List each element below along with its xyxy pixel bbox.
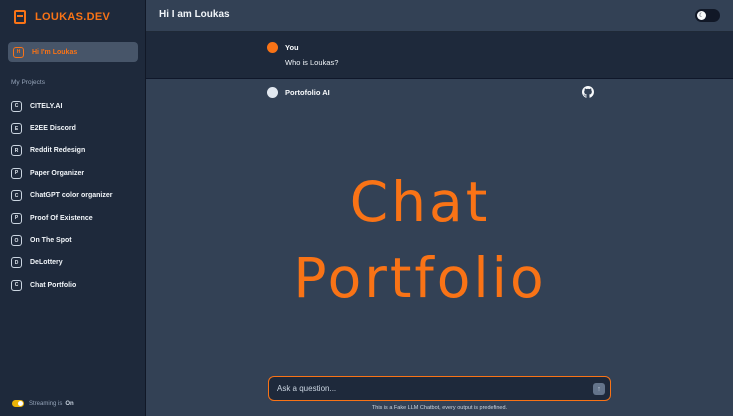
project-initial-badge: O xyxy=(11,235,22,247)
sidebar-item-delottery[interactable]: D DeLottery xyxy=(11,252,141,274)
sidebar-item-label: Chat Portfolio xyxy=(30,281,77,289)
sidebar-item-label: On The Spot xyxy=(30,237,72,245)
sidebar: LOUKAS.DEV H Hi I'm Loukas My Projects C… xyxy=(0,0,146,416)
project-initial-badge: P xyxy=(11,212,22,224)
project-initial-badge: E xyxy=(11,123,22,135)
github-icon[interactable] xyxy=(582,86,594,98)
project-initial-badge: C xyxy=(11,279,22,291)
sidebar-item-label: Reddit Redesign xyxy=(30,147,86,155)
assistant-avatar xyxy=(267,87,278,98)
sidebar-item-label: Hi I'm Loukas xyxy=(32,48,78,56)
assistant-message-header: Portofolio AI xyxy=(146,80,733,108)
disclaimer-text: This is a Fake LLM Chatbot, every output… xyxy=(371,405,508,411)
sidebar-item-proof-of-existence[interactable]: P Proof Of Existence xyxy=(11,207,141,229)
question-input[interactable] xyxy=(277,381,577,396)
project-initial-badge: C xyxy=(11,100,22,112)
brand[interactable]: LOUKAS.DEV xyxy=(14,8,110,26)
sidebar-item-label: Paper Organizer xyxy=(30,169,85,177)
send-button[interactable]: ↑ xyxy=(593,383,605,395)
sidebar-item-on-the-spot[interactable]: O On The Spot xyxy=(11,229,141,251)
user-name: You xyxy=(285,43,299,52)
project-initial-badge: P xyxy=(11,167,22,179)
sidebar-item-hi-im-loukas[interactable]: H Hi I'm Loukas xyxy=(8,42,138,62)
brand-name: LOUKAS.DEV xyxy=(35,11,111,23)
sidebar-item-e2ee-discord[interactable]: E E2EE Discord xyxy=(11,117,141,139)
hero-line-chat: Chat xyxy=(349,170,491,234)
sidebar-item-label: ChatGPT color organizer xyxy=(30,192,113,200)
hero-text: Chat Portfolio xyxy=(270,165,570,317)
chat-initial-badge: H xyxy=(13,46,24,58)
sidebar-item-citely[interactable]: C CITELY.AI xyxy=(11,95,141,117)
streaming-status: Streaming is On xyxy=(12,400,74,407)
streaming-toggle[interactable] xyxy=(12,400,24,407)
book-icon xyxy=(14,10,26,24)
sidebar-item-reddit-redesign[interactable]: R Reddit Redesign xyxy=(11,140,141,162)
project-initial-badge: D xyxy=(11,257,22,269)
streaming-state: On xyxy=(65,400,74,407)
project-list: C CITELY.AI E E2EE Discord R Reddit Redesig… xyxy=(11,95,141,297)
arrow-up-icon: ↑ xyxy=(597,385,601,393)
assistant-name: Portofolio AI xyxy=(285,88,330,97)
project-initial-badge: R xyxy=(11,145,22,157)
sidebar-item-label: DeLottery xyxy=(30,259,63,267)
theme-toggle[interactable]: ☾ xyxy=(695,9,720,22)
sidebar-item-label: Proof Of Existence xyxy=(30,214,93,222)
user-message-text: Who is Loukas? xyxy=(285,58,339,67)
user-message: You Who is Loukas? xyxy=(146,32,733,79)
project-initial-badge: C xyxy=(11,190,22,202)
sidebar-item-label: E2EE Discord xyxy=(30,125,76,133)
user-avatar xyxy=(267,42,278,53)
sidebar-item-label: CITELY.AI xyxy=(30,102,63,110)
sidebar-item-chat-portfolio[interactable]: C Chat Portfolio xyxy=(11,274,141,296)
sidebar-item-chatgpt-color-organizer[interactable]: C ChatGPT color organizer xyxy=(11,185,141,207)
moon-icon: ☾ xyxy=(697,11,706,20)
question-box: ↑ xyxy=(268,376,611,401)
sidebar-item-paper-organizer[interactable]: P Paper Organizer xyxy=(11,162,141,184)
hero-line-portfolio: Portfolio xyxy=(293,245,547,310)
projects-section-title: My Projects xyxy=(11,79,45,86)
page-title: Hi I am Loukas xyxy=(159,9,230,20)
top-bar: Hi I am Loukas ☾ xyxy=(146,0,733,32)
streaming-label: Streaming is xyxy=(29,400,63,407)
